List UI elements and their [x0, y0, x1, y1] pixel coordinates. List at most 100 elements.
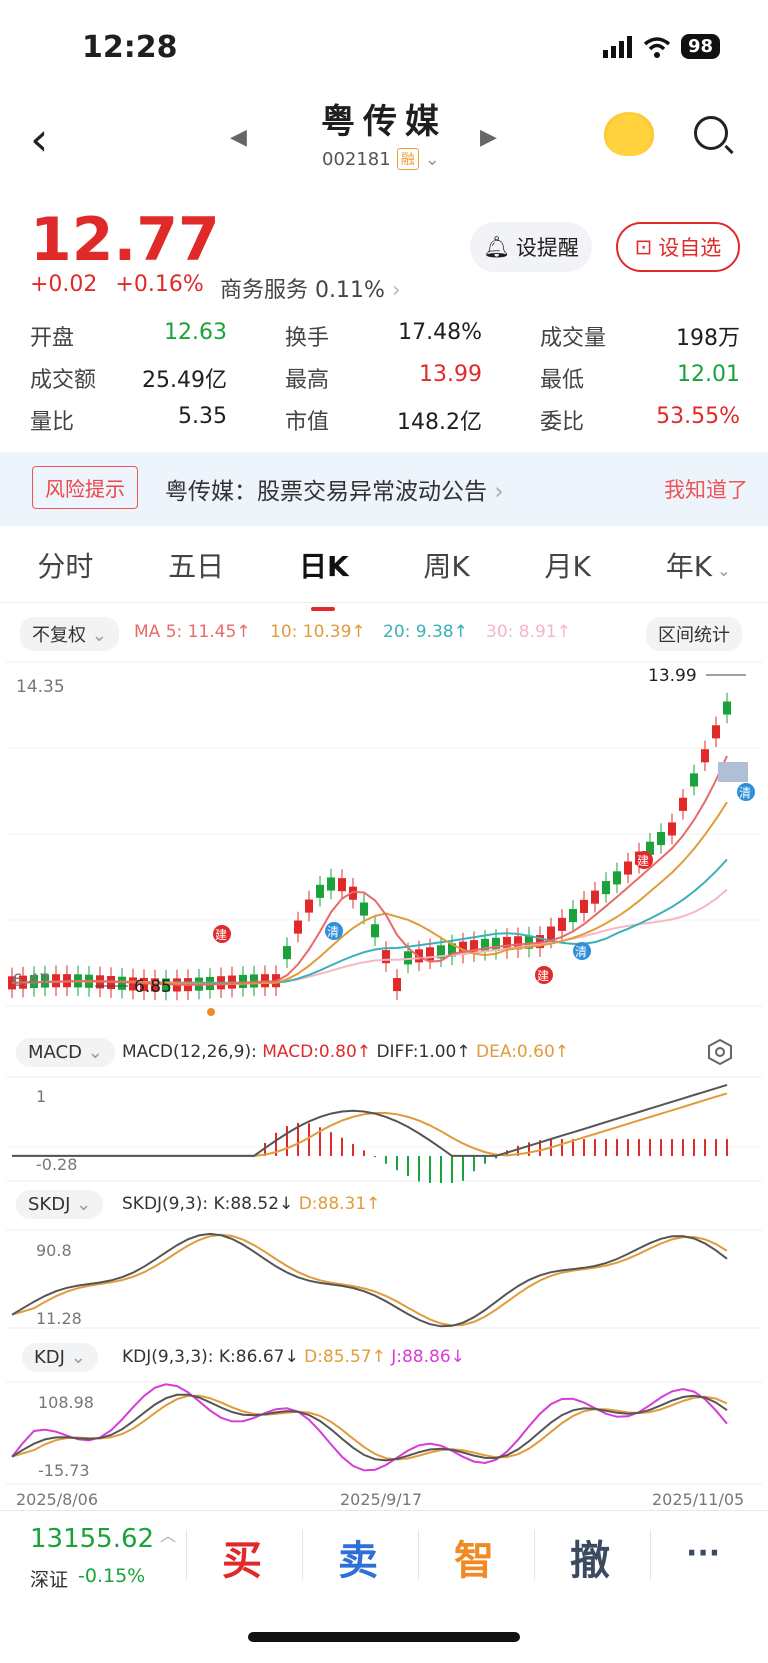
- tab-daily-k[interactable]: 日K: [299, 545, 349, 611]
- status-time: 12:28: [82, 30, 178, 65]
- signal-icon: [602, 35, 632, 58]
- kdj-d-line: [11, 1394, 728, 1461]
- skdj-params: SKDJ(9,3):: [122, 1194, 209, 1214]
- macd-params: MACD(12,26,9):: [122, 1042, 257, 1062]
- smart-button[interactable]: 智: [454, 1528, 494, 1586]
- chevron-down-icon: ⌄: [712, 561, 731, 580]
- ma10-legend: 10: 10.39↑: [270, 622, 366, 642]
- high-label: 13.99: [648, 666, 697, 686]
- stat-volume-ratio: 量比 5.35: [30, 404, 285, 436]
- chevron-up-icon[interactable]: ︿: [160, 1522, 176, 1546]
- buy-button[interactable]: 买: [222, 1528, 262, 1586]
- diff-line: [12, 1083, 728, 1157]
- tab-weekly-k[interactable]: 周K: [423, 545, 469, 602]
- stats-row: 成交额 25.49亿 最高 13.99 最低 12.01: [30, 362, 740, 394]
- search-icon[interactable]: [694, 116, 728, 150]
- dismiss-notice-button[interactable]: 我知道了: [664, 474, 748, 504]
- stats-row: 开盘 12.63 换手 17.48% 成交量 198万: [30, 320, 740, 352]
- stat-bid-ratio: 委比 53.55%: [540, 404, 740, 436]
- stat-label: 最高: [285, 368, 330, 393]
- candle-body: [118, 976, 126, 990]
- chevron-down-icon: ⌄: [70, 1347, 86, 1368]
- stat-label: 开盘: [30, 326, 75, 351]
- macd-legend: MACD(12,26,9): MACD:0.80↑ DIFF:1.00↑ DEA…: [122, 1042, 569, 1062]
- tab-monthly-k[interactable]: 月K: [545, 545, 591, 602]
- adjust-select[interactable]: 不复权 ⌄: [20, 617, 119, 651]
- stat-value: 13.99: [419, 362, 482, 387]
- chevron-right-icon: ›: [391, 278, 401, 303]
- home-indicator: [248, 1632, 520, 1642]
- mascot-icon[interactable]: [604, 112, 654, 156]
- more-button[interactable]: ···: [686, 1536, 720, 1571]
- stat-turnover: 换手 17.48%: [285, 320, 540, 352]
- ma10-line: [11, 801, 728, 986]
- stat-value: 53.55%: [656, 404, 740, 429]
- tab-yearly-k[interactable]: 年K ⌄: [666, 545, 731, 602]
- ma30-line: [11, 888, 728, 984]
- macd-chart[interactable]: 1 -0.28: [0, 1075, 768, 1183]
- stat-market-cap: 市值 148.2亿: [285, 404, 540, 436]
- stats-row: 量比 5.35 市值 148.2亿 委比 53.55%: [30, 404, 740, 436]
- build-marker-label: 建: [637, 854, 649, 868]
- kdj-k-value: K:86.67↓: [218, 1347, 299, 1367]
- price-change: +0.02 +0.16%: [30, 272, 204, 297]
- range-stat-button[interactable]: 区间统计: [646, 617, 742, 651]
- date-mid: 2025/9/17: [340, 1490, 423, 1509]
- sector-label: 商务服务 0.11%: [220, 278, 385, 303]
- stat-label: 成交量: [540, 326, 607, 351]
- stat-high: 最高 13.99: [285, 362, 540, 394]
- change-value: +0.02: [30, 272, 98, 297]
- notice-text-label: 粤传媒：股票交易异常波动公告: [165, 479, 487, 505]
- period-tabs: 分时 五日 日K 周K 月K 年K ⌄: [0, 545, 768, 611]
- change-percent: +0.16%: [115, 272, 204, 297]
- macd-select[interactable]: MACD ⌄: [16, 1038, 115, 1067]
- candle-body: [580, 899, 588, 914]
- candle-body: [723, 701, 731, 715]
- stat-low: 最低 12.01: [540, 362, 740, 394]
- candle-body: [338, 878, 346, 892]
- stat-label: 换手: [285, 326, 330, 351]
- candle-body: [569, 909, 577, 923]
- kdj-legend: KDJ(9,3,3): K:86.67↓ D:85.57↑ J:88.86↓: [122, 1347, 465, 1367]
- event-dot[interactable]: [207, 1008, 215, 1016]
- chevron-down-icon: ⌄: [87, 1042, 103, 1063]
- stock-code-row[interactable]: 002181 融 ⌄: [322, 148, 440, 170]
- adjust-label: 不复权: [32, 625, 86, 646]
- candle-body: [602, 881, 610, 895]
- tab-five-day[interactable]: 五日: [168, 545, 224, 602]
- kline-chart[interactable]: 14.35 6.47 13.99 6.85 建 清 建 清 建 清: [0, 660, 768, 1020]
- add-watchlist-button[interactable]: ⊡ 设自选: [616, 222, 740, 272]
- divider: [186, 1530, 187, 1580]
- candle-body: [547, 926, 555, 940]
- macd-value: MACD:0.80↑: [262, 1042, 372, 1062]
- divider: [534, 1530, 535, 1580]
- chevron-down-icon: ⌄: [76, 1194, 92, 1215]
- skdj-select[interactable]: SKDJ ⌄: [16, 1190, 104, 1219]
- sector-link[interactable]: 商务服务 0.11% ›: [220, 272, 401, 304]
- kdj-select-label: KDJ: [34, 1347, 65, 1368]
- tab-yearly-k-label: 年K: [665, 550, 713, 583]
- stat-volume: 成交量 198万: [540, 320, 740, 352]
- stat-open: 开盘 12.63: [30, 320, 285, 352]
- notice-text[interactable]: 粤传媒：股票交易异常波动公告 ›: [165, 472, 504, 506]
- skdj-d-value: D:88.31↑: [298, 1194, 381, 1214]
- skdj-chart[interactable]: 90.8 11.28: [0, 1228, 768, 1330]
- stat-value: 12.01: [677, 362, 740, 387]
- sell-button[interactable]: 卖: [338, 1528, 378, 1586]
- index-value[interactable]: 13155.62: [30, 1524, 154, 1554]
- stat-label: 市值: [285, 410, 330, 435]
- tab-intraday[interactable]: 分时: [37, 545, 93, 602]
- kdj-chart[interactable]: 108.98 -15.73: [0, 1380, 768, 1486]
- kdj-select[interactable]: KDJ ⌄: [22, 1343, 98, 1372]
- stat-label: 最低: [540, 368, 585, 393]
- stat-value: 5.35: [178, 404, 227, 429]
- skdj-y-bottom: 11.28: [36, 1309, 82, 1328]
- settings-icon[interactable]: [706, 1038, 734, 1066]
- set-alert-button[interactable]: 🔔︎ 设提醒: [470, 222, 592, 272]
- candle-body: [283, 946, 291, 960]
- candle-body: [294, 920, 302, 934]
- current-price: 12.77: [30, 205, 220, 275]
- skdj-y-top: 90.8: [36, 1241, 72, 1260]
- cancel-order-button[interactable]: 撤: [570, 1528, 610, 1586]
- add-watchlist-label: 设自选: [658, 236, 722, 260]
